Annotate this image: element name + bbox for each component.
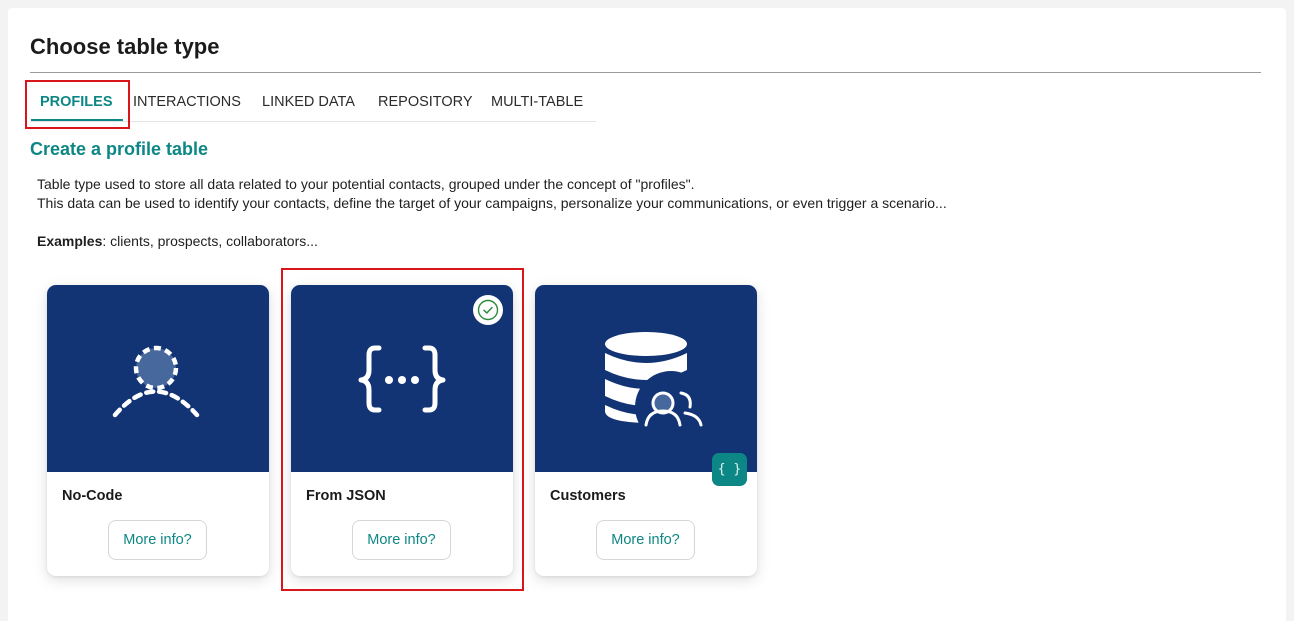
card-header-customers: { } xyxy=(535,285,757,486)
card-name-customers: Customers xyxy=(550,488,626,504)
tab-profiles[interactable]: PROFILES xyxy=(40,80,113,122)
description-line-2: This data can be used to identify your c… xyxy=(37,195,947,211)
examples-text: : clients, prospects, collaborators... xyxy=(102,233,318,249)
card-header-no-code xyxy=(47,285,269,472)
table-type-tabs: PROFILES INTERACTIONS LINKED DATA REPOSI… xyxy=(30,80,596,122)
tab-linked-data[interactable]: LINKED DATA xyxy=(262,80,355,122)
card-header-from-json xyxy=(291,285,513,472)
active-tab-indicator xyxy=(31,119,123,121)
card-name-no-code: No-Code xyxy=(62,488,123,504)
selected-check-icon xyxy=(473,295,503,325)
user-dashed-icon xyxy=(112,345,200,418)
more-info-button-customers[interactable]: More info? xyxy=(596,520,695,560)
examples-line: Examples: clients, prospects, collaborat… xyxy=(37,233,318,249)
database-users-icon xyxy=(605,332,707,443)
card-customers[interactable]: { } Customers More info? xyxy=(535,285,757,576)
tab-multi-table[interactable]: MULTI-TABLE xyxy=(491,80,583,122)
json-badge-icon: { } xyxy=(712,453,747,486)
tab-interactions[interactable]: INTERACTIONS xyxy=(133,80,241,122)
tab-repository[interactable]: REPOSITORY xyxy=(378,80,473,122)
card-name-from-json: From JSON xyxy=(306,488,386,504)
examples-label: Examples xyxy=(37,233,103,249)
section-title: Create a profile table xyxy=(30,139,209,159)
more-info-button-from-json[interactable]: More info? xyxy=(352,520,451,560)
card-from-json[interactable]: From JSON More info? xyxy=(291,285,513,576)
page-title: Choose table type xyxy=(30,34,220,59)
title-divider xyxy=(30,72,1261,73)
description-line-1: Table type used to store all data relate… xyxy=(37,176,695,192)
more-info-button-no-code[interactable]: More info? xyxy=(108,520,207,560)
card-no-code[interactable]: No-Code More info? xyxy=(47,285,269,576)
